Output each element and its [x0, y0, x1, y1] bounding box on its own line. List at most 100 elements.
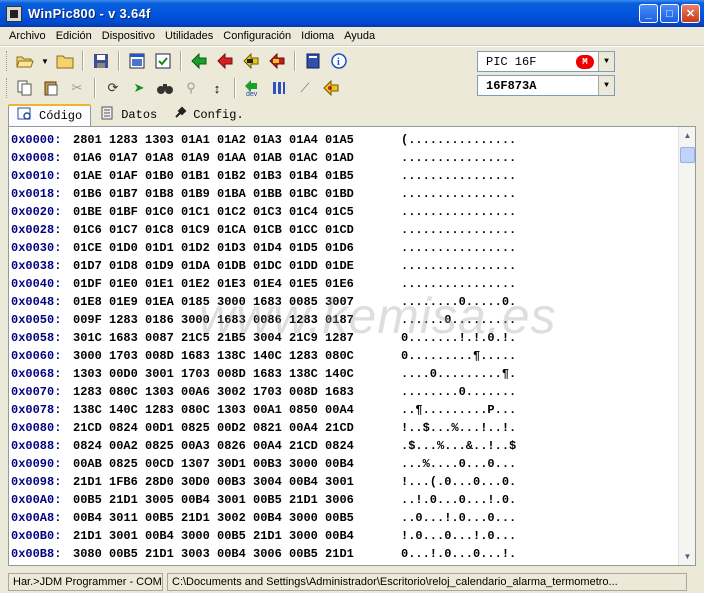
close-button[interactable]: ✕	[681, 4, 700, 23]
hex-row[interactable]: 0x00A0: 00B5 21D1 3005 00B4 3001 00B5 21D…	[9, 491, 677, 509]
title-bar[interactable]: WinPic800 - v 3.64f _ □ ✕	[0, 0, 704, 27]
hex-row-ascii: ................	[401, 241, 517, 255]
menu-archivo[interactable]: Archivo	[4, 30, 51, 42]
scroll-down-icon[interactable]: ▼	[680, 549, 695, 564]
device-family-select[interactable]: PIC 16F M ▼	[477, 51, 615, 72]
hex-row[interactable]: 0x0080: 21CD 0824 00D1 0825 00D2 0821 00A…	[9, 419, 677, 437]
hex-row[interactable]: 0x0040: 01DF 01E0 01E1 01E2 01E3 01E4 01E…	[9, 275, 677, 293]
find-replace-icon[interactable]: ⚲	[180, 77, 202, 99]
copy-icon[interactable]	[14, 77, 36, 99]
scroll-up-icon[interactable]: ▲	[680, 128, 695, 143]
tab-config[interactable]: Config.	[165, 104, 251, 126]
cut-icon[interactable]: ✂	[66, 77, 88, 99]
hex-row-addr: 0x0030:	[11, 241, 62, 255]
hex-row[interactable]: 0x0018: 01B6 01B7 01B8 01B9 01BA 01BB 01B…	[9, 185, 677, 203]
hex-row-ascii: ..¶.........P...	[401, 403, 517, 417]
toolbar-grip-2[interactable]	[6, 78, 9, 98]
dev-icon[interactable]: dev	[242, 77, 264, 99]
hex-row-addr: 0x00B8:	[11, 547, 62, 561]
hex-row[interactable]: 0x0030: 01CE 01D0 01D1 01D2 01D3 01D4 01D…	[9, 239, 677, 257]
scroll-thumb[interactable]	[680, 147, 695, 163]
hex-row[interactable]: 0x00A8: 00B4 3011 00B5 21D1 3002 00B4 300…	[9, 509, 677, 527]
svg-text:dev: dev	[246, 91, 258, 97]
minimize-button[interactable]: _	[639, 4, 658, 23]
hex-row[interactable]: 0x00B0: 21D1 3001 00B4 3000 00B5 21D1 300…	[9, 527, 677, 545]
burn-icon[interactable]	[320, 77, 342, 99]
save-disk-icon[interactable]	[90, 50, 112, 72]
hex-row[interactable]: 0x0010: 01AE 01AF 01B0 01B1 01B2 01B3 01B…	[9, 167, 677, 185]
columns-icon[interactable]	[268, 77, 290, 99]
hex-row[interactable]: 0x0000: 2801 1283 1303 01A1 01A2 01A3 01A…	[9, 131, 677, 149]
info-icon[interactable]: i	[328, 50, 350, 72]
hex-row-hex: 00B4 3011 00B5 21D1 3002 00B4 3000 00B5	[73, 511, 354, 525]
probe-icon[interactable]: ⟋	[294, 77, 316, 99]
hex-row-hex: 01BE 01BF 01C0 01C1 01C2 01C3 01C4 01C5	[73, 205, 354, 219]
refresh-icon[interactable]: ⟳	[102, 77, 124, 99]
hex-row[interactable]: 0x00B8: 3080 00B5 21D1 3003 00B4 3006 00B…	[9, 545, 677, 563]
search-binoculars-icon[interactable]	[154, 77, 176, 99]
hex-row-hex: 2801 1283 1303 01A1 01A2 01A3 01A4 01A5	[73, 133, 354, 147]
folder-icon[interactable]	[54, 50, 76, 72]
hex-row[interactable]: 0x0048: 01E8 01E9 01EA 0185 3000 1683 008…	[9, 293, 677, 311]
paste-icon[interactable]	[40, 77, 62, 99]
hex-row[interactable]: 0x0058: 301C 1683 0087 21C5 21B5 3004 21C…	[9, 329, 677, 347]
hex-row[interactable]: 0x0028: 01C6 01C7 01C8 01C9 01CA 01CB 01C…	[9, 221, 677, 239]
book-icon[interactable]	[302, 50, 324, 72]
hex-row-hex: 1283 080C 1303 00A6 3002 1703 008D 1683	[73, 385, 354, 399]
vertical-scrollbar[interactable]: ▲ ▼	[678, 127, 695, 565]
menu-dispositivo[interactable]: Dispositivo	[97, 30, 160, 42]
verify-chip-icon[interactable]	[240, 50, 262, 72]
write-chip-icon[interactable]	[214, 50, 236, 72]
hex-row[interactable]: 0x0078: 138C 140C 1283 080C 1303 00A1 085…	[9, 401, 677, 419]
svg-text:i: i	[337, 57, 340, 68]
menu-utilidades[interactable]: Utilidades	[160, 30, 218, 42]
hex-row[interactable]: 0x0070: 1283 080C 1303 00A6 3002 1703 008…	[9, 383, 677, 401]
maximize-button[interactable]: □	[660, 4, 679, 23]
data-tab-icon	[99, 106, 115, 124]
tab-datos[interactable]: Datos	[91, 104, 165, 126]
hex-row-addr: 0x0040:	[11, 277, 62, 291]
hex-row-ascii: .$...%...&..!..$	[401, 439, 517, 453]
hex-row[interactable]: 0x0098: 21D1 1FB6 28D0 30D0 00B3 3004 00B…	[9, 473, 677, 491]
vertical-arrows-icon[interactable]: ↕	[206, 77, 228, 99]
tab-codigo[interactable]: Código	[8, 104, 92, 126]
hex-row-addr: 0x0050:	[11, 313, 62, 327]
window-title: WinPic800 - v 3.64f	[28, 6, 151, 21]
hex-row-hex: 301C 1683 0087 21C5 21B5 3004 21C9 1287	[73, 331, 354, 345]
hex-editor[interactable]: 0x0000: 2801 1283 1303 01A1 01A2 01A3 01A…	[8, 126, 696, 566]
hex-row[interactable]: 0x0050: 009F 1283 0186 3000 1683 0086 128…	[9, 311, 677, 329]
menu-bar: Archivo Edición Dispositivo Utilidades C…	[0, 27, 704, 46]
menu-configuracion[interactable]: Configuración	[218, 30, 296, 42]
hex-row[interactable]: 0x0020: 01BE 01BF 01C0 01C1 01C2 01C3 01C…	[9, 203, 677, 221]
menu-edicion[interactable]: Edición	[51, 30, 97, 42]
status-bar: Har.>JDM Programmer - COM1 C:\Documents …	[0, 570, 704, 593]
hex-row[interactable]: 0x0060: 3000 1703 008D 1683 138C 140C 128…	[9, 347, 677, 365]
read-chip-icon[interactable]	[188, 50, 210, 72]
dropdown-arrow-icon[interactable]: ▼	[40, 50, 50, 72]
hex-row[interactable]: 0x0068: 1303 00D0 3001 1703 008D 1683 138…	[9, 365, 677, 383]
hex-row-addr: 0x0090:	[11, 457, 62, 471]
chevron-down-icon[interactable]: ▼	[598, 76, 614, 95]
hex-row[interactable]: 0x0008: 01A6 01A7 01A8 01A9 01AA 01AB 01A…	[9, 149, 677, 167]
hex-row[interactable]: 0x0088: 0824 00A2 0825 00A3 0826 00A4 21C…	[9, 437, 677, 455]
cursor-icon[interactable]: ➤	[128, 77, 150, 99]
hex-row-hex: 3080 00B5 21D1 3003 00B4 3006 00B5 21D1	[73, 547, 354, 561]
window-icon[interactable]	[126, 50, 148, 72]
hex-row[interactable]: 0x0090: 00AB 0825 00CD 1307 30D1 00B3 300…	[9, 455, 677, 473]
hex-row-ascii: ................	[401, 223, 517, 237]
toolbar-grip[interactable]	[6, 51, 9, 71]
tab-config-label: Config.	[193, 108, 244, 122]
hex-row-addr: 0x0078:	[11, 403, 62, 417]
menu-ayuda[interactable]: Ayuda	[339, 30, 380, 42]
config-tab-icon	[173, 106, 187, 124]
menu-idioma[interactable]: Idioma	[296, 30, 339, 42]
chevron-down-icon[interactable]: ▼	[598, 52, 614, 71]
open-folder-icon[interactable]	[14, 50, 36, 72]
hex-row-addr: 0x0048:	[11, 295, 62, 309]
toolbar-area: ▼ i ✂ ⟳ ➤ ⚲ ↕ dev ⟋ PIC 16F M ▼ 16F873A …	[0, 46, 704, 102]
hex-row-ascii: ................	[401, 169, 517, 183]
hex-row[interactable]: 0x0038: 01D7 01D8 01D9 01DA 01DB 01DC 01D…	[9, 257, 677, 275]
checked-window-icon[interactable]	[152, 50, 174, 72]
device-model-select[interactable]: 16F873A ▼	[477, 75, 615, 96]
erase-chip-icon[interactable]	[266, 50, 288, 72]
